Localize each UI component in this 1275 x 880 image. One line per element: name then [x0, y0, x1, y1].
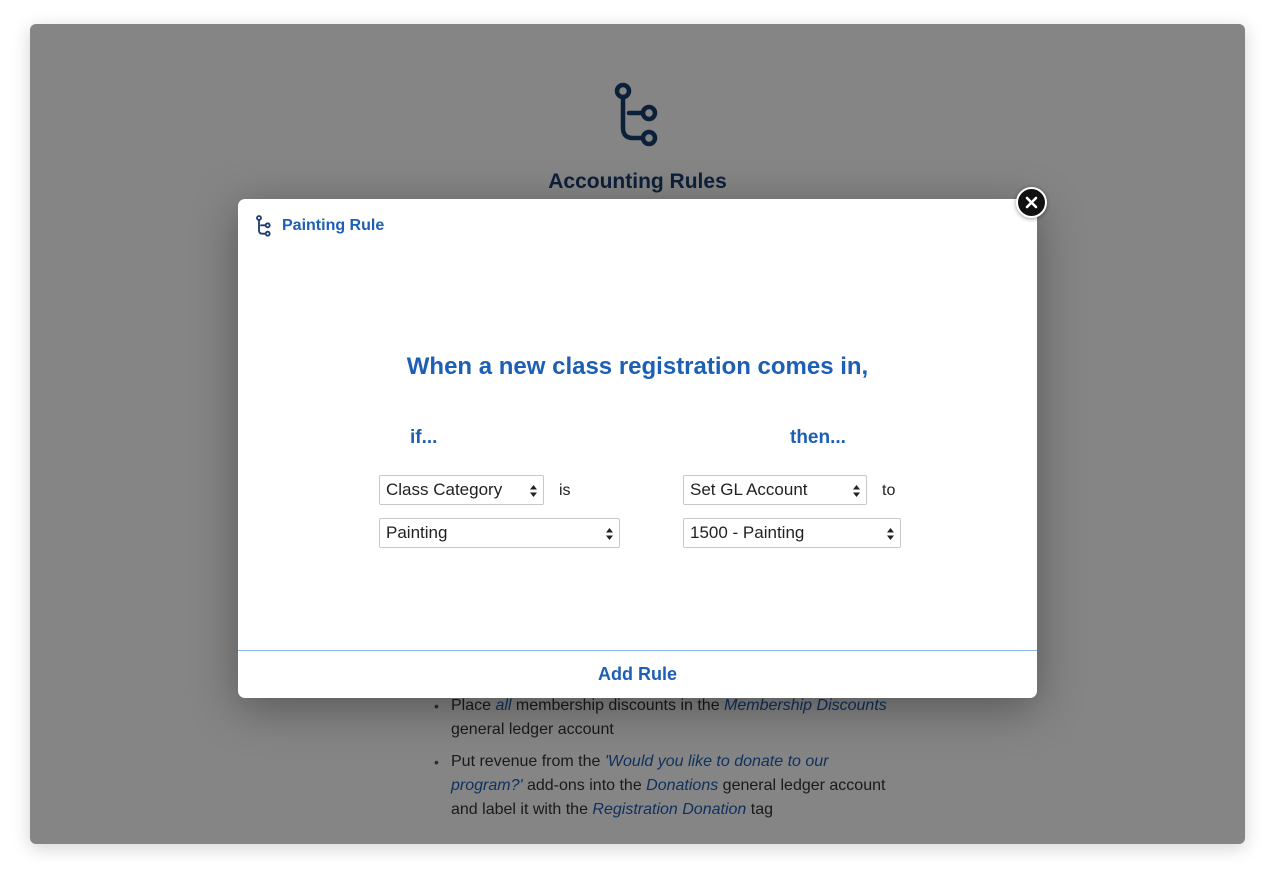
- action-select[interactable]: Set GL Account: [683, 475, 867, 505]
- rule-headline: When a new class registration comes in,: [406, 353, 869, 380]
- select-arrows-icon: [530, 485, 537, 497]
- condition-field-select-value: Class Category: [386, 480, 503, 499]
- condition-field-select[interactable]: Class Category: [379, 475, 544, 505]
- action-select-value: Set GL Account: [690, 480, 808, 499]
- modal-title: Painting Rule: [282, 217, 385, 234]
- select-arrows-icon: [887, 528, 894, 540]
- modal-header: Painting Rule: [256, 215, 384, 237]
- rule-modal: Painting Rule When a new class registrat…: [238, 199, 1037, 698]
- condition-value-select[interactable]: Painting: [379, 518, 620, 548]
- operator-text: is: [559, 482, 571, 499]
- if-label: if...: [410, 427, 438, 448]
- close-icon: [1025, 196, 1038, 209]
- then-label: then...: [790, 427, 846, 448]
- condition-value-select-value: Painting: [386, 523, 448, 542]
- gl-account-select[interactable]: 1500 - Painting: [683, 518, 901, 548]
- rule-icon: [256, 215, 271, 237]
- select-arrows-icon: [853, 485, 860, 497]
- select-arrows-icon: [606, 528, 613, 540]
- close-modal-button[interactable]: [1016, 187, 1047, 218]
- gl-account-select-value: 1500 - Painting: [690, 523, 805, 542]
- add-rule-button[interactable]: Add Rule: [238, 651, 1037, 698]
- connector-text: to: [882, 482, 896, 499]
